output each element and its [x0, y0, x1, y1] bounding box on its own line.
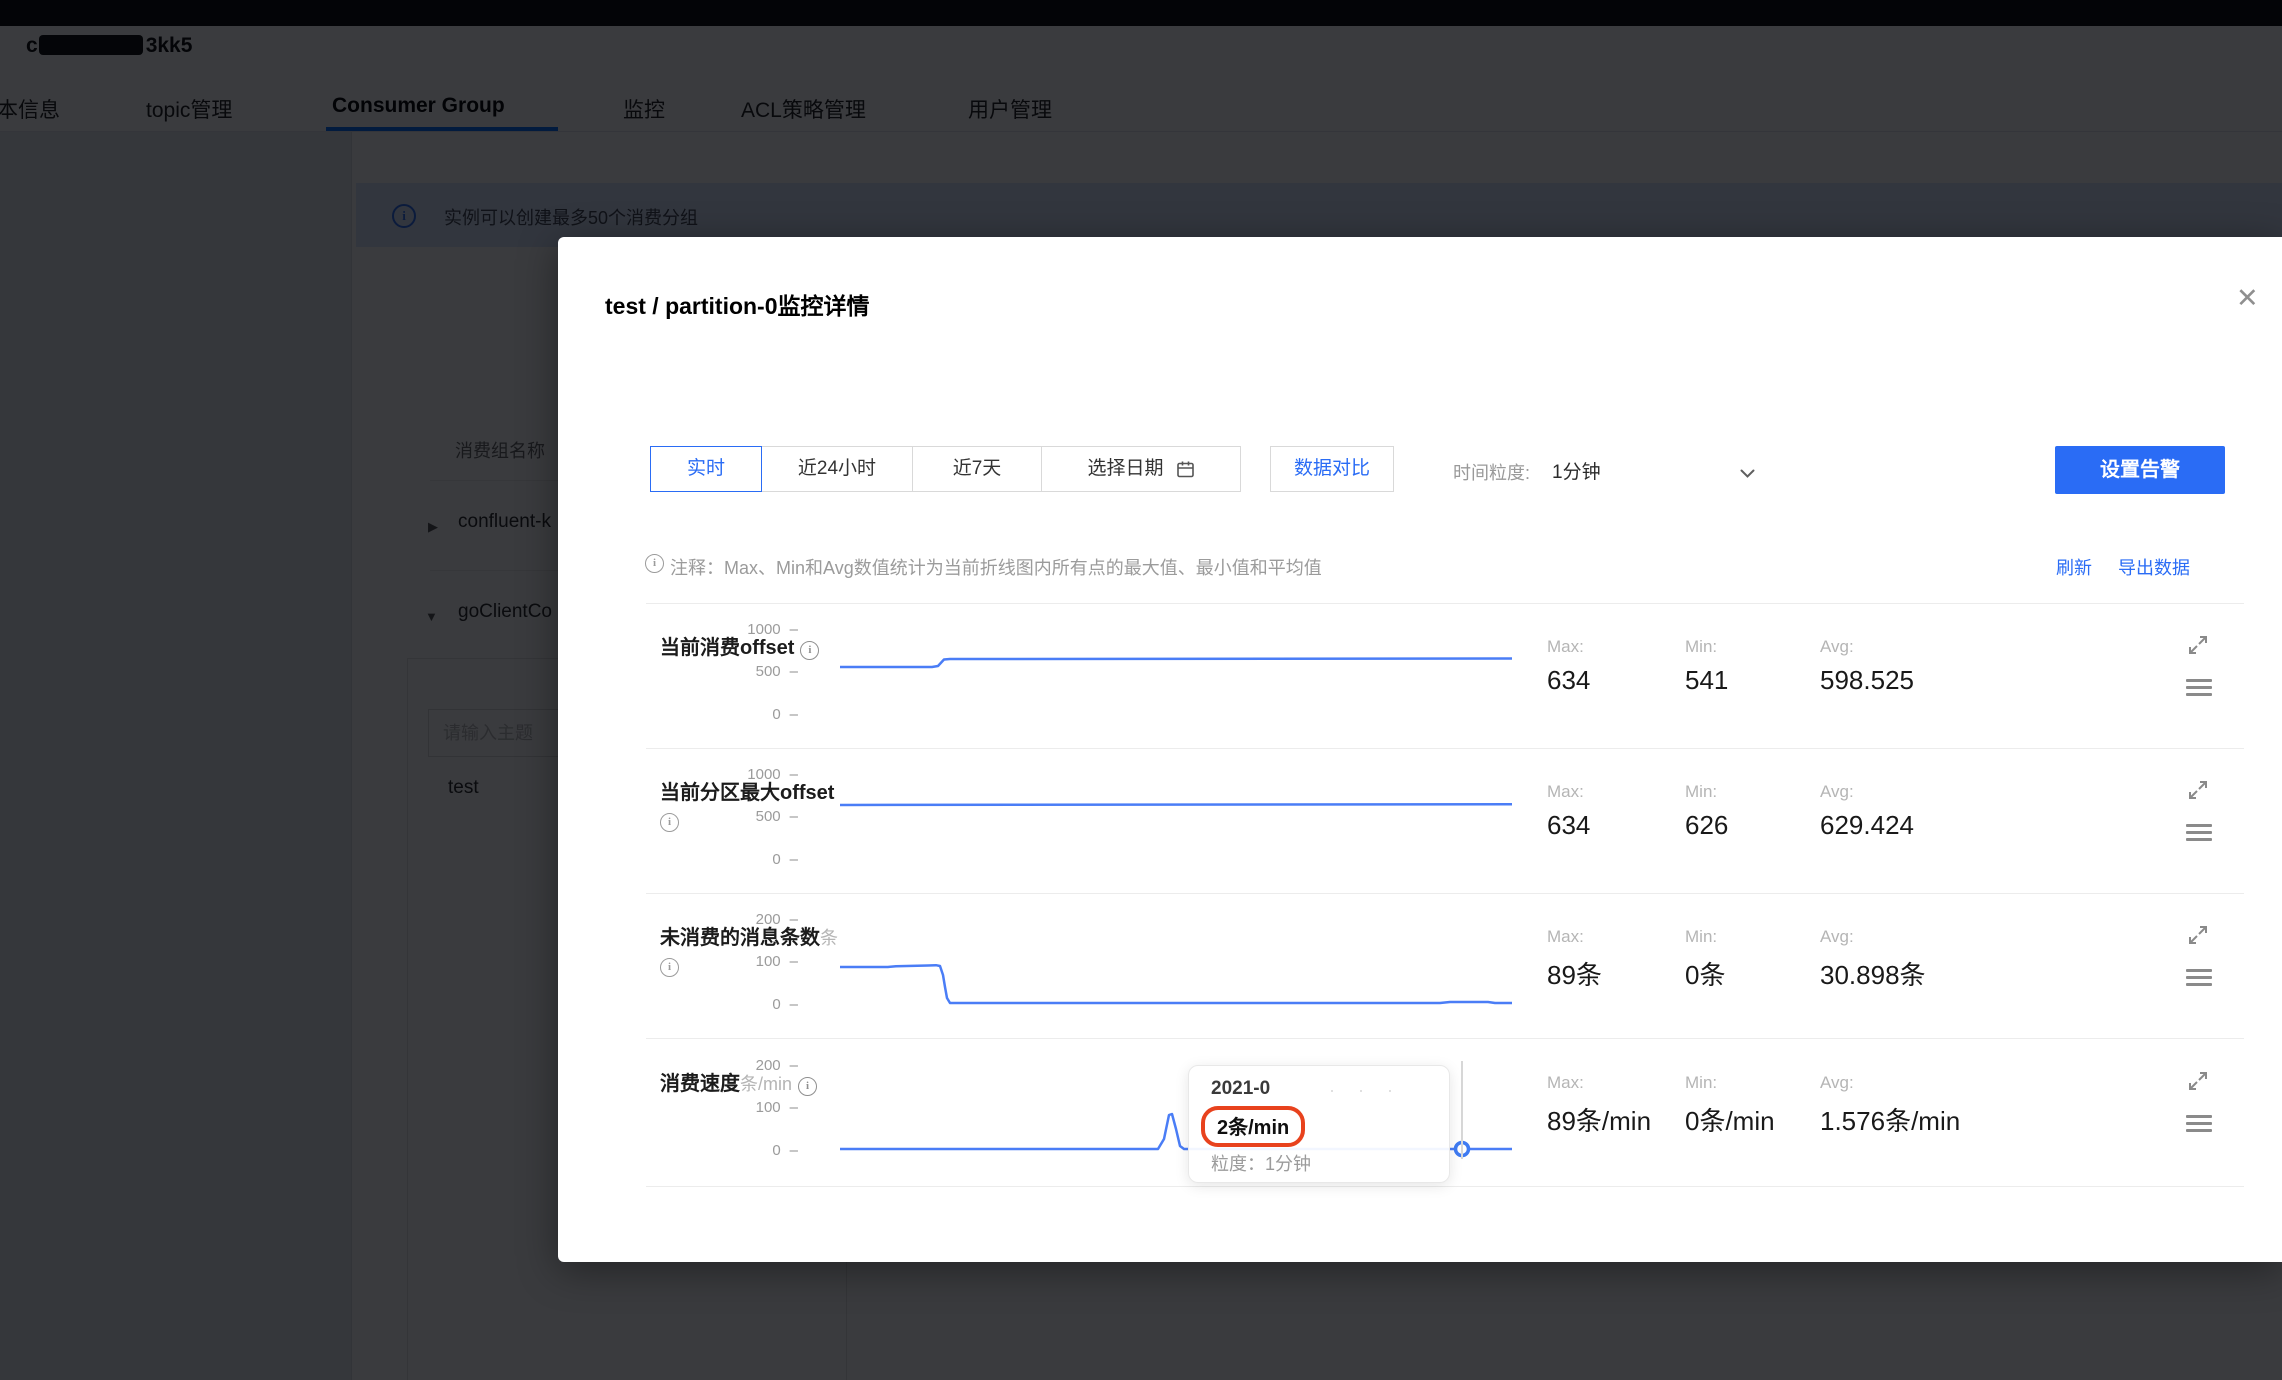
- data-compare-button[interactable]: 数据对比: [1270, 446, 1394, 492]
- chart-menu-icon[interactable]: [2186, 824, 2212, 845]
- chart-menu-icon[interactable]: [2186, 969, 2212, 990]
- y-axis-tick: 100–: [755, 1099, 798, 1116]
- line-chart-consume-offset[interactable]: [840, 619, 1512, 723]
- max-label: Max:: [1547, 637, 1584, 656]
- y-axis-tick: 200–: [755, 1057, 798, 1074]
- note-info-icon: i: [645, 553, 664, 573]
- metric-unit: 条: [820, 928, 838, 948]
- chart-menu-icon[interactable]: [2186, 1115, 2212, 1136]
- min-label: Min:: [1685, 637, 1718, 656]
- y-axis-tick: 100–: [755, 953, 798, 970]
- avg-value: 598.525: [1820, 665, 1914, 695]
- metric-info-icon[interactable]: i: [800, 641, 820, 660]
- max-value: 89条/min: [1547, 1106, 1652, 1136]
- chart-hover-line: [1461, 1061, 1463, 1159]
- max-value: 89条: [1547, 960, 1602, 990]
- max-value: 634: [1547, 810, 1591, 840]
- max-label: Max:: [1547, 1073, 1584, 1092]
- calendar-icon: [1176, 460, 1195, 479]
- min-label: Min:: [1685, 782, 1718, 801]
- time-range-7d-button[interactable]: 近7天: [912, 446, 1042, 492]
- expand-chart-icon[interactable]: [2186, 633, 2210, 662]
- min-label: Min:: [1685, 927, 1718, 946]
- tooltip-value: 2条/min: [1217, 1117, 1290, 1139]
- chevron-down-icon[interactable]: [1740, 466, 1755, 484]
- min-value: 541: [1685, 665, 1729, 695]
- min-label: Min:: [1685, 1073, 1718, 1092]
- note-text: 注释：Max、Min和Avg数值统计为当前折线图内所有点的最大值、最小值和平均值: [670, 558, 1322, 578]
- divider: [646, 1186, 2244, 1187]
- avg-label: Avg:: [1820, 782, 1854, 801]
- line-chart-unconsumed-messages[interactable]: [840, 909, 1512, 1013]
- time-range-pick-date-button[interactable]: 选择日期: [1041, 446, 1241, 492]
- y-axis-tick: 200–: [755, 911, 798, 928]
- modal-title: test / partition-0监控详情: [605, 293, 870, 319]
- avg-label: Avg:: [1820, 927, 1854, 946]
- granularity-select-value[interactable]: 1分钟: [1552, 457, 1601, 484]
- tooltip-date: 2021-0: [1211, 1078, 1271, 1099]
- metric-unit: 条/min: [740, 1074, 793, 1094]
- metric-row-partition-max-offset: 当前分区最大offset i 1000– 500– 0– Max: 634 Min…: [558, 748, 2282, 894]
- expand-chart-icon[interactable]: [2186, 923, 2210, 952]
- min-value: 626: [1685, 810, 1729, 840]
- y-axis-tick: 500–: [755, 663, 798, 680]
- expand-chart-icon[interactable]: [2186, 1069, 2210, 1098]
- max-label: Max:: [1547, 927, 1584, 946]
- metric-row-unconsumed-messages: 未消费的消息条数条 i 200– 100– 0– Max: 89条 Min: 0条 …: [558, 893, 2282, 1039]
- y-axis-tick: 0–: [772, 1142, 798, 1159]
- expand-chart-icon[interactable]: [2186, 778, 2210, 807]
- metric-info-icon[interactable]: i: [660, 957, 679, 977]
- metric-info-icon[interactable]: i: [798, 1077, 818, 1096]
- avg-value: 1.576条/min: [1820, 1106, 1961, 1136]
- y-axis-tick: 0–: [772, 996, 798, 1013]
- line-chart-partition-max-offset[interactable]: [840, 764, 1512, 868]
- metric-info-icon[interactable]: i: [660, 812, 679, 832]
- metric-row-consume-offset: 当前消费offset i 1000– 500– 0– Max: 634 Min: 54…: [558, 603, 2282, 749]
- tooltip-granularity: 粒度：1分钟: [1211, 1154, 1312, 1174]
- monitor-detail-modal: test / partition-0监控详情 ✕ 实时 近24小时 近7天 选择…: [558, 237, 2282, 1262]
- avg-label: Avg:: [1820, 1073, 1854, 1092]
- avg-value: 629.424: [1820, 810, 1914, 840]
- chart-tooltip: 2021-0 · · · 2条/min 粒度：1分钟: [1188, 1065, 1450, 1183]
- pick-date-label: 选择日期: [1087, 458, 1164, 479]
- tooltip-value-annotation-box: 2条/min: [1201, 1106, 1306, 1147]
- set-alarm-button[interactable]: 设置告警: [2055, 446, 2225, 494]
- max-value: 634: [1547, 665, 1591, 695]
- time-range-realtime-button[interactable]: 实时: [650, 446, 762, 492]
- granularity-label: 时间粒度:: [1453, 463, 1531, 483]
- avg-label: Avg:: [1820, 637, 1854, 656]
- refresh-link[interactable]: 刷新: [2056, 554, 2092, 580]
- close-icon[interactable]: ✕: [2236, 285, 2259, 312]
- time-range-24h-button[interactable]: 近24小时: [761, 446, 913, 492]
- export-data-link[interactable]: 导出数据: [2118, 554, 2190, 580]
- avg-value: 30.898条: [1820, 960, 1926, 990]
- y-axis-tick: 500–: [755, 808, 798, 825]
- screen: c3kk5 基本信息 topic管理 Consumer Group 监控 ACL…: [0, 0, 2282, 1380]
- y-axis-tick: 1000–: [747, 766, 798, 783]
- min-value: 0条/min: [1685, 1106, 1775, 1136]
- y-axis-tick: 1000–: [747, 621, 798, 638]
- min-value: 0条: [1685, 960, 1726, 990]
- y-axis-tick: 0–: [772, 851, 798, 868]
- time-range-segment: 实时 近24小时 近7天 选择日期: [650, 446, 1241, 492]
- chart-menu-icon[interactable]: [2186, 679, 2212, 700]
- max-label: Max:: [1547, 782, 1584, 801]
- tooltip-redacted-dots: · · ·: [1329, 1080, 1402, 1100]
- y-axis-tick: 0–: [772, 706, 798, 723]
